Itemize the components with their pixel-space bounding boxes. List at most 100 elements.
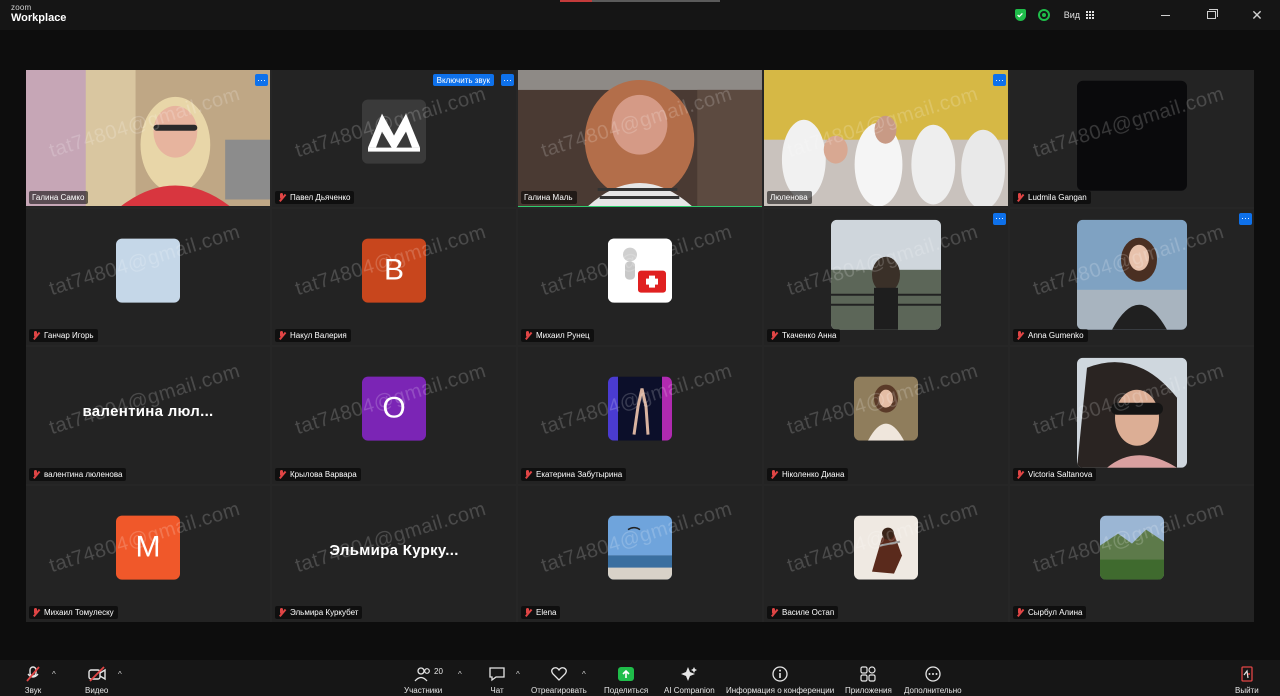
participant-name-tag: Михаил Рунец xyxy=(521,329,594,342)
leave-button[interactable]: Выйти xyxy=(1235,666,1259,695)
unmute-request-button[interactable]: Включить звук xyxy=(432,74,494,86)
video-tile[interactable]: tat74804@gmail.com Ніколенко Диана xyxy=(764,347,1008,484)
video-tile[interactable]: tat74804@gmail.com Victoria Saltanova xyxy=(1010,347,1254,484)
participant-photo xyxy=(1077,358,1187,469)
gallery-view: tat74804@gmail.com Галина Самко ··· tat7… xyxy=(26,70,1254,622)
ai-companion-label: AI Companion xyxy=(664,686,715,695)
participant-photo xyxy=(1077,219,1187,330)
apps-label: Приложения xyxy=(845,686,892,695)
leave-label: Выйти xyxy=(1235,686,1259,695)
brand-top: zoom xyxy=(11,3,32,12)
muted-mic-icon xyxy=(770,331,778,340)
title-bar: zoom Workplace Вид ✕ xyxy=(0,0,1280,30)
meeting-toolbar: Звук ^ Видео ^ Участники 20 ^ Чат ^ Отре… xyxy=(0,660,1280,696)
chat-button[interactable]: Чат xyxy=(488,666,506,695)
muted-mic-icon xyxy=(1016,608,1024,617)
participant-name-tag: Сырбул Алина xyxy=(1013,606,1087,619)
more-button[interactable]: Дополнительно xyxy=(904,666,962,695)
video-tile[interactable]: tat74804@gmail.com Ганчар Игорь xyxy=(26,208,270,345)
video-tile[interactable]: tat74804@gmail.com Михаил Рунец xyxy=(518,208,762,345)
security-shield-icon[interactable] xyxy=(1014,9,1026,21)
video-tile[interactable]: tat74804@gmail.com Elena xyxy=(518,485,762,622)
video-options-caret[interactable]: ^ xyxy=(118,670,122,679)
chat-options-caret[interactable]: ^ xyxy=(516,670,520,679)
tile-more-button[interactable]: ··· xyxy=(255,74,268,86)
tile-more-button[interactable]: ··· xyxy=(1239,212,1252,225)
tile-more-button[interactable]: ··· xyxy=(993,212,1006,225)
audio-label: Звук xyxy=(24,686,42,695)
info-icon xyxy=(771,666,789,682)
leave-icon xyxy=(1238,666,1256,682)
video-tile[interactable]: O tat74804@gmail.com Крылова Варвара xyxy=(272,347,516,484)
close-window-button[interactable]: ✕ xyxy=(1234,0,1280,30)
video-button[interactable]: Видео xyxy=(85,666,108,695)
watermark: tat74804@gmail.com xyxy=(292,498,489,578)
apps-button[interactable]: Приложения xyxy=(845,666,892,695)
video-tile[interactable]: tat74804@gmail.com Василе Остап xyxy=(764,485,1008,622)
participant-name-tag: Павел Дьяченко xyxy=(275,190,355,204)
ai-companion-button[interactable]: AI Companion xyxy=(664,666,715,695)
participants-label: Участники xyxy=(404,686,443,695)
tile-more-button[interactable]: ··· xyxy=(501,74,514,86)
video-tile[interactable]: tat74804@gmail.com Сырбул Алина xyxy=(1010,485,1254,622)
initial-avatar: O xyxy=(362,376,426,441)
share-button[interactable]: Поделиться xyxy=(604,666,648,695)
minimize-button[interactable] xyxy=(1142,0,1188,30)
more-label: Дополнительно xyxy=(904,686,962,695)
muted-mic-icon xyxy=(32,331,40,340)
participant-name-tag: Elena xyxy=(521,606,561,619)
react-button[interactable]: Отреагировать xyxy=(531,666,587,695)
meeting-info-button[interactable]: Информация о конференции xyxy=(726,666,834,695)
video-tile-active-speaker[interactable]: tat74804@gmail.com Галина Маль xyxy=(518,70,762,207)
participant-photo xyxy=(831,219,941,330)
watermark: tat74804@gmail.com xyxy=(46,359,243,439)
video-tile[interactable]: tat74804@gmail.com Люленова ··· xyxy=(764,70,1008,207)
view-button[interactable]: Вид xyxy=(1064,10,1094,20)
tile-more-button[interactable]: ··· xyxy=(993,74,1006,86)
participant-name-tag: Victoria Saltanova xyxy=(1013,467,1097,481)
participant-photo xyxy=(1100,515,1164,580)
video-tile[interactable]: B tat74804@gmail.com Накул Валерия xyxy=(272,208,516,345)
video-tile[interactable]: валентина люл... tat74804@gmail.com вале… xyxy=(26,347,270,484)
participant-photo xyxy=(608,376,672,441)
restore-icon xyxy=(1206,9,1218,19)
react-options-caret[interactable]: ^ xyxy=(582,670,586,679)
participant-video xyxy=(518,70,762,207)
participant-photo xyxy=(854,515,918,580)
share-indicator-bar xyxy=(560,0,720,2)
participant-name-tag: Anna Gumenko xyxy=(1013,329,1088,342)
connection-status-icon[interactable] xyxy=(1037,9,1050,21)
video-tile[interactable]: tat74804@gmail.com Ткаченко Анна ··· xyxy=(764,208,1008,345)
audio-button[interactable]: Звук xyxy=(24,666,42,695)
participant-name-tag: Михаил Томулеску xyxy=(29,606,118,619)
video-tile[interactable]: tat74804@gmail.com Галина Самко ··· xyxy=(26,70,270,207)
muted-mic-icon xyxy=(278,331,286,340)
share-screen-icon xyxy=(617,666,635,682)
restore-button[interactable] xyxy=(1188,0,1234,30)
muted-mic-icon xyxy=(1016,331,1024,340)
participants-options-caret[interactable]: ^ xyxy=(458,670,462,679)
participant-name-tag: Галина Самко xyxy=(29,190,89,204)
muted-mic-icon xyxy=(524,331,532,340)
video-tile[interactable]: Эльмира Курку... tat74804@gmail.com Эльм… xyxy=(272,485,516,622)
metro-logo-avatar xyxy=(362,99,426,164)
chat-label: Чат xyxy=(490,686,504,695)
video-tile[interactable]: tat74804@gmail.com Павел Дьяченко Включи… xyxy=(272,70,516,207)
video-tile[interactable]: tat74804@gmail.com Екатерина Забутырина xyxy=(518,347,762,484)
video-tile[interactable]: tat74804@gmail.com Ludmila Gangan xyxy=(1010,70,1254,207)
participant-name-tag: Ганчар Игорь xyxy=(29,329,98,342)
audio-options-caret[interactable]: ^ xyxy=(52,670,56,679)
muted-mic-icon xyxy=(1016,192,1024,202)
app-logo: zoom Workplace xyxy=(11,4,66,24)
video-label: Видео xyxy=(85,686,109,695)
video-tile[interactable]: tat74804@gmail.com Anna Gumenko ··· xyxy=(1010,208,1254,345)
camera-off-icon xyxy=(87,666,106,682)
minimize-icon xyxy=(1160,14,1170,16)
muted-mic-icon xyxy=(32,469,40,479)
muted-mic-icon xyxy=(524,469,532,479)
muted-mic-icon xyxy=(278,608,286,617)
participant-name-tag: Ткаченко Анна xyxy=(767,329,841,342)
participant-name-tag: валентина люленова xyxy=(29,467,127,481)
video-tile[interactable]: M tat74804@gmail.com Михаил Томулеску xyxy=(26,485,270,622)
participant-name-tag: Галина Маль xyxy=(521,190,577,204)
